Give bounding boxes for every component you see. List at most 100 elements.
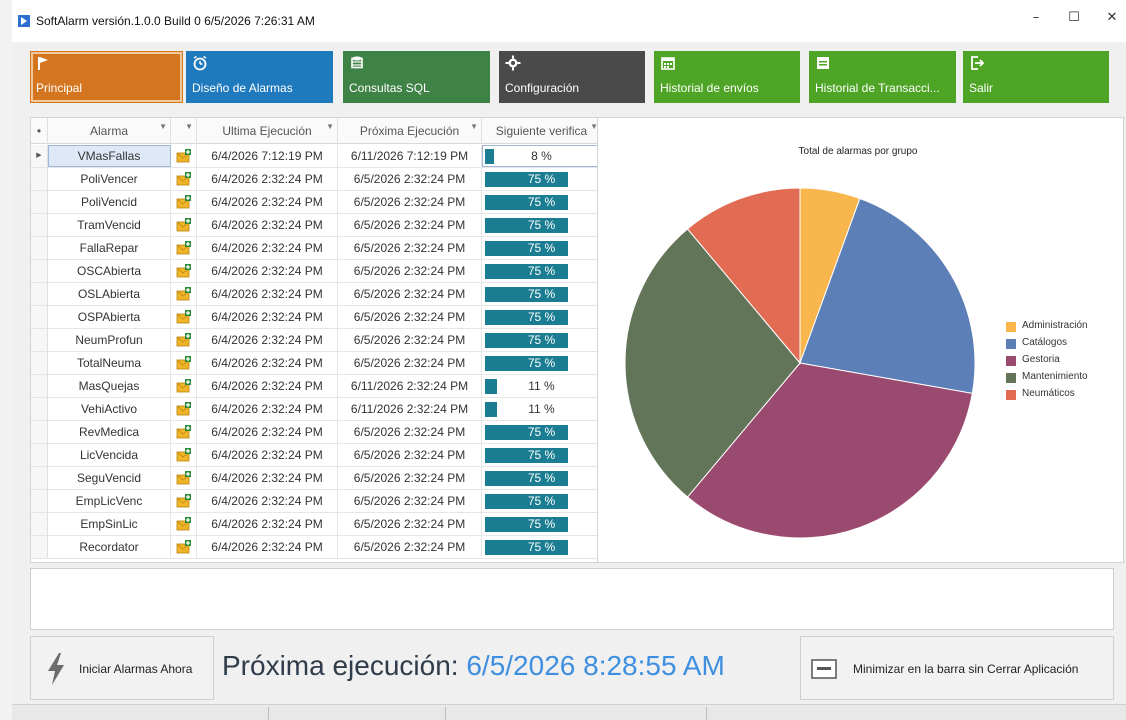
historial-envios-button[interactable]: Historial de envíos [654, 51, 800, 103]
column-header-icon[interactable]: ▼ [171, 118, 197, 144]
configuracion-button[interactable]: Configuración [499, 51, 645, 103]
row-selector[interactable] [31, 398, 48, 420]
alarm-status-cell[interactable] [171, 398, 197, 420]
alarma-cell[interactable]: VehiActivo [48, 398, 171, 420]
alarm-status-cell[interactable] [171, 375, 197, 397]
alarm-status-cell[interactable] [171, 214, 197, 236]
progress-cell[interactable]: 75 % [482, 306, 600, 328]
proxima-ejecucion-cell[interactable]: 6/11/2026 2:32:24 PM [338, 375, 482, 397]
close-window-button[interactable]: ✕ [1100, 10, 1124, 32]
proxima-ejecucion-cell[interactable]: 6/5/2026 2:32:24 PM [338, 536, 482, 558]
column-header-ultima-ejecucion[interactable]: Ultima Ejecución ▼ [197, 118, 338, 144]
table-row[interactable]: RevMedica 6/4/2026 2:32:24 PM 6/5/2026 2:3… [31, 421, 600, 444]
row-selector[interactable] [31, 513, 48, 535]
row-selector[interactable] [31, 375, 48, 397]
alarm-status-cell[interactable] [171, 421, 197, 443]
proxima-ejecucion-cell[interactable]: 6/5/2026 2:32:24 PM [338, 237, 482, 259]
proxima-ejecucion-cell[interactable]: 6/5/2026 2:32:24 PM [338, 513, 482, 535]
alarma-cell[interactable]: OSPAbierta [48, 306, 171, 328]
table-row[interactable]: VehiActivo 6/4/2026 2:32:24 PM 6/11/2026 2… [31, 398, 600, 421]
alarm-status-cell[interactable] [171, 283, 197, 305]
ultima-ejecucion-cell[interactable]: 6/4/2026 2:32:24 PM [197, 191, 338, 213]
row-selector[interactable] [31, 444, 48, 466]
principal-button[interactable]: Principal [30, 51, 183, 103]
alarm-status-cell[interactable] [171, 490, 197, 512]
alarma-cell[interactable]: OSLAbierta [48, 283, 171, 305]
table-row[interactable]: ▶ VMasFallas 6/4/2026 7:12:19 PM 6/11/2026 … [31, 145, 600, 168]
proxima-ejecucion-cell[interactable]: 6/5/2026 2:32:24 PM [338, 352, 482, 374]
alarm-status-cell[interactable] [171, 191, 197, 213]
proxima-ejecucion-cell[interactable]: 6/5/2026 2:32:24 PM [338, 191, 482, 213]
start-alarms-button[interactable]: Iniciar Alarmas Ahora [30, 636, 214, 700]
ultima-ejecucion-cell[interactable]: 6/4/2026 2:32:24 PM [197, 352, 338, 374]
alarm-status-cell[interactable] [171, 536, 197, 558]
alarms-grid[interactable]: • Alarma ▼ ▼ Ultima Ejecución ▼ Próxima … [30, 117, 601, 563]
row-selector[interactable] [31, 421, 48, 443]
table-row[interactable]: EmpSinLic 6/4/2026 2:32:24 PM 6/5/2026 2:3… [31, 513, 600, 536]
progress-cell[interactable]: 75 % [482, 490, 600, 512]
progress-cell[interactable]: 75 % [482, 421, 600, 443]
column-header-siguiente-verificacion[interactable]: Siguiente verifica ▼ [482, 118, 600, 144]
progress-cell[interactable]: 75 % [482, 237, 600, 259]
table-row[interactable]: PoliVencer 6/4/2026 2:32:24 PM 6/5/2026 2:… [31, 168, 600, 191]
alarma-cell[interactable]: FallaRepar [48, 237, 171, 259]
progress-cell[interactable]: 75 % [482, 191, 600, 213]
proxima-ejecucion-cell[interactable]: 6/5/2026 2:32:24 PM [338, 329, 482, 351]
table-row[interactable]: MasQuejas 6/4/2026 2:32:24 PM 6/11/2026 2:… [31, 375, 600, 398]
table-row[interactable]: LicVencida 6/4/2026 2:32:24 PM 6/5/2026 2:… [31, 444, 600, 467]
filter-icon[interactable]: ▼ [470, 118, 478, 140]
alarm-status-cell[interactable] [171, 306, 197, 328]
ultima-ejecucion-cell[interactable]: 6/4/2026 2:32:24 PM [197, 237, 338, 259]
progress-cell[interactable]: 75 % [482, 536, 600, 558]
alarm-status-cell[interactable] [171, 444, 197, 466]
alarm-status-cell[interactable] [171, 513, 197, 535]
progress-cell[interactable]: 75 % [482, 283, 600, 305]
alarm-status-cell[interactable] [171, 237, 197, 259]
progress-cell[interactable]: 75 % [482, 467, 600, 489]
ultima-ejecucion-cell[interactable]: 6/4/2026 2:32:24 PM [197, 168, 338, 190]
ultima-ejecucion-cell[interactable]: 6/4/2026 2:32:24 PM [197, 283, 338, 305]
filter-icon[interactable]: ▼ [159, 118, 167, 140]
row-selector[interactable] [31, 283, 48, 305]
filter-icon[interactable]: ▼ [185, 118, 193, 140]
alarm-status-cell[interactable] [171, 352, 197, 374]
minimize-to-tray-button[interactable]: Minimizar en la barra sin Cerrar Aplicac… [800, 636, 1114, 700]
ultima-ejecucion-cell[interactable]: 6/4/2026 2:32:24 PM [197, 444, 338, 466]
row-selector[interactable] [31, 260, 48, 282]
salir-button[interactable]: Salir [963, 51, 1109, 103]
alarm-status-cell[interactable] [171, 260, 197, 282]
row-selector[interactable] [31, 536, 48, 558]
row-selector[interactable] [31, 237, 48, 259]
row-selector[interactable] [31, 191, 48, 213]
alarma-cell[interactable]: TotalNeuma [48, 352, 171, 374]
alarma-cell[interactable]: RevMedica [48, 421, 171, 443]
ultima-ejecucion-cell[interactable]: 6/4/2026 2:32:24 PM [197, 329, 338, 351]
table-row[interactable]: Recordator 6/4/2026 2:32:24 PM 6/5/2026 2:… [31, 536, 600, 559]
ultima-ejecucion-cell[interactable]: 6/4/2026 7:12:19 PM [197, 145, 338, 167]
progress-cell[interactable]: 75 % [482, 513, 600, 535]
proxima-ejecucion-cell[interactable]: 6/5/2026 2:32:24 PM [338, 168, 482, 190]
filter-icon[interactable]: ▼ [326, 118, 334, 140]
maximize-window-button[interactable]: ☐ [1062, 10, 1086, 32]
proxima-ejecucion-cell[interactable]: 6/5/2026 2:32:24 PM [338, 214, 482, 236]
alarma-cell[interactable]: TramVencid [48, 214, 171, 236]
alarm-status-cell[interactable] [171, 168, 197, 190]
alarma-cell[interactable]: NeumProfun [48, 329, 171, 351]
proxima-ejecucion-cell[interactable]: 6/11/2026 7:12:19 PM [338, 145, 482, 167]
column-header-alarma[interactable]: Alarma ▼ [48, 118, 171, 144]
consultas-sql-button[interactable]: Consultas SQL [343, 51, 490, 103]
progress-cell[interactable]: 75 % [482, 168, 600, 190]
progress-cell[interactable]: 75 % [482, 444, 600, 466]
ultima-ejecucion-cell[interactable]: 6/4/2026 2:32:24 PM [197, 513, 338, 535]
table-row[interactable]: OSPAbierta 6/4/2026 2:32:24 PM 6/5/2026 2:… [31, 306, 600, 329]
table-row[interactable]: EmpLicVenc 6/4/2026 2:32:24 PM 6/5/2026 2:… [31, 490, 600, 513]
alarma-cell[interactable]: EmpLicVenc [48, 490, 171, 512]
ultima-ejecucion-cell[interactable]: 6/4/2026 2:32:24 PM [197, 536, 338, 558]
progress-cell[interactable]: 11 % [482, 375, 600, 397]
table-row[interactable]: PoliVencid 6/4/2026 2:32:24 PM 6/5/2026 2:… [31, 191, 600, 214]
proxima-ejecucion-cell[interactable]: 6/5/2026 2:32:24 PM [338, 490, 482, 512]
message-area[interactable] [30, 568, 1114, 630]
table-row[interactable]: NeumProfun 6/4/2026 2:32:24 PM 6/5/2026 2:… [31, 329, 600, 352]
alarma-cell[interactable]: PoliVencid [48, 191, 171, 213]
ultima-ejecucion-cell[interactable]: 6/4/2026 2:32:24 PM [197, 398, 338, 420]
